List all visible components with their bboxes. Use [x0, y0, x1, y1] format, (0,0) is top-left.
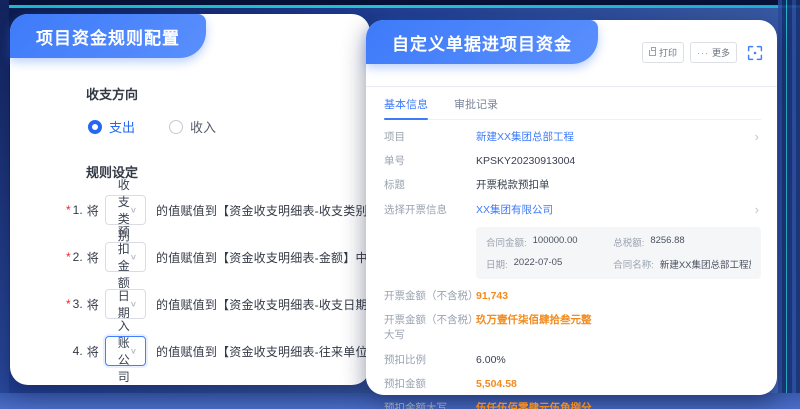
direction-section-label: 收支方向 [86, 84, 352, 103]
invoice-amount-value: 91,743 [476, 289, 508, 304]
direction-radio-group: 支出 收入 [88, 117, 352, 136]
chevron-down-icon: ∨ [130, 253, 137, 262]
rule-4-field-value: 入账公司 [118, 317, 130, 385]
print-button[interactable]: 打印 [642, 42, 684, 63]
withhold-ratio-value: 6.00% [476, 353, 506, 368]
contract-summary-box: 合同金额: 100000.00 总税额: 8256.88 日期: 2022-07… [476, 227, 761, 279]
invoice-amount-label: 开票金额（不含税） [384, 289, 476, 304]
rule-4-field-select[interactable]: 入账公司 ∨ [105, 336, 146, 366]
contract-date-pair: 日期: 2022-07-05 [486, 257, 613, 271]
custom-document-panel: 自定义单据进项目资金 打印 ··· 更多 基本信息 审批记录 项目 新建XX集团… [366, 20, 777, 395]
field-row-invoice-info: 选择开票信息 XX集团有限公司 › [384, 203, 761, 218]
invoice-info-link[interactable]: XX集团有限公司 [476, 203, 553, 218]
rule-4-number: *4. [66, 344, 83, 358]
rule-3-field-select[interactable]: 日期 ∨ [105, 289, 146, 319]
background-right-stripes [778, 0, 800, 409]
radio-income-label: 收入 [190, 117, 216, 136]
rule-2-field-value: 预扣金额 [118, 223, 130, 291]
rule-row-1: *1. 将 收支类别 ∨ 的值赋值到【资金收支明细表-收支类别】中 [66, 195, 352, 225]
invoice-amount-caps-value: 玖万壹仟柒佰肆拾叁元整 [476, 313, 592, 328]
contract-date-label: 日期: [486, 257, 508, 271]
field-row-withhold-ratio: 预扣比例 6.00% [384, 353, 761, 368]
invoice-amount-caps-label: 开票金额（不含税）大写 [384, 313, 476, 343]
rule-config-title: 项目资金规则配置 [10, 14, 206, 58]
rule-row-2: *2. 将 预扣金额 ∨ 的值赋值到【资金收支明细表-金额】中 [66, 242, 352, 272]
rule-3-assign-word: 将 [87, 296, 99, 313]
document-toolbar: 打印 ··· 更多 [642, 42, 763, 63]
custom-document-title: 自定义单据进项目资金 [366, 20, 598, 64]
rule-row-3: *3. 将 日期 ∨ 的值赋值到【资金收支明细表-收支日期】中 [66, 289, 352, 319]
background-left-strip [0, 0, 9, 409]
withhold-amount-value: 5,504.58 [476, 377, 517, 392]
project-link[interactable]: 新建XX集团总部工程 [476, 130, 574, 145]
detail-tabs: 基本信息 审批记录 [384, 96, 761, 120]
rule-2-suffix: 的值赋值到【资金收支明细表-金额】中 [156, 249, 368, 266]
contract-amount-value: 100000.00 [533, 235, 578, 249]
tab-approval-record[interactable]: 审批记录 [454, 96, 498, 119]
background-teal-line [0, 5, 800, 8]
field-row-project: 项目 新建XX集团总部工程 › [384, 130, 761, 145]
chevron-right-icon[interactable]: › [755, 130, 759, 144]
rule-4-assign-word: 将 [87, 343, 99, 360]
chevron-down-icon: ∨ [130, 206, 137, 215]
field-row-withhold-amount: 预扣金额 5,504.58 [384, 377, 761, 392]
rule-config-panel: 项目资金规则配置 收支方向 支出 收入 规则设定 *1. 将 收支类别 ∨ 的值… [10, 14, 370, 385]
field-row-withhold-amount-caps: 预扣金额大写 伍仟伍佰零肆元伍角捌分 [384, 401, 761, 409]
title-label: 标题 [384, 178, 476, 193]
contract-amount-label: 合同金额: [486, 235, 527, 249]
doc-no-value: KPSKY20230913004 [476, 154, 575, 169]
contract-name-pair: 合同名称: 新建XX集团总部工程施工总承包合同 [613, 257, 751, 271]
radio-income[interactable]: 收入 [169, 117, 216, 136]
radio-expense-dot [88, 120, 102, 134]
withhold-ratio-label: 预扣比例 [384, 353, 476, 368]
rule-row-4: *4. 将 入账公司 ∨ 的值赋值到【资金收支明细表-往来单位】中 [66, 336, 352, 366]
total-tax-value: 8256.88 [650, 235, 684, 249]
contract-date-value: 2022-07-05 [514, 257, 563, 271]
required-asterisk: * [66, 297, 71, 311]
rule-1-field-select[interactable]: 收支类别 ∨ [105, 195, 146, 225]
field-row-invoice-amount-caps: 开票金额（不含税）大写 玖万壹仟柒佰肆拾叁元整 [384, 313, 761, 343]
chevron-down-icon: ∨ [130, 300, 137, 309]
radio-income-dot [169, 120, 183, 134]
withhold-amount-label: 预扣金额 [384, 377, 476, 392]
rule-1-assign-word: 将 [87, 202, 99, 219]
rule-2-number: *2. [66, 250, 83, 264]
rule-2-field-select[interactable]: 预扣金额 ∨ [105, 242, 146, 272]
invoice-info-label: 选择开票信息 [384, 203, 476, 218]
rule-3-field-value: 日期 [118, 287, 130, 321]
rule-3-number: *3. [66, 297, 83, 311]
radio-expense[interactable]: 支出 [88, 117, 135, 136]
required-asterisk: * [66, 203, 71, 217]
radio-expense-label: 支出 [109, 117, 135, 136]
tab-basic-info[interactable]: 基本信息 [384, 96, 428, 119]
rule-1-number: *1. [66, 203, 83, 217]
rule-1-suffix: 的值赋值到【资金收支明细表-收支类别】中 [156, 202, 392, 219]
field-row-title: 标题 开票税款预扣单 [384, 178, 761, 193]
chevron-down-icon: ∨ [130, 347, 137, 356]
required-asterisk: * [66, 250, 71, 264]
project-label: 项目 [384, 130, 476, 145]
print-button-label: 打印 [659, 46, 677, 59]
chevron-right-icon[interactable]: › [755, 203, 759, 217]
total-tax-pair: 总税额: 8256.88 [613, 235, 751, 249]
withhold-amount-caps-value: 伍仟伍佰零肆元伍角捌分 [476, 401, 592, 409]
rule-3-suffix: 的值赋值到【资金收支明细表-收支日期】中 [156, 296, 392, 313]
rule-4-suffix: 的值赋值到【资金收支明细表-往来单位】中 [156, 343, 392, 360]
rule-2-assign-word: 将 [87, 249, 99, 266]
fullscreen-expand-icon[interactable] [747, 45, 763, 61]
title-value: 开票税款预扣单 [476, 178, 550, 193]
doc-no-label: 单号 [384, 154, 476, 169]
withhold-amount-caps-label: 预扣金额大写 [384, 401, 476, 409]
more-button[interactable]: ··· 更多 [690, 42, 737, 63]
total-tax-label: 总税额: [613, 235, 644, 249]
field-row-invoice-amount: 开票金额（不含税） 91,743 [384, 289, 761, 304]
contract-amount-pair: 合同金额: 100000.00 [486, 235, 613, 249]
header-divider [366, 86, 777, 87]
more-icon: ··· [697, 51, 709, 55]
contract-name-label: 合同名称: [613, 257, 654, 271]
contract-name-value: 新建XX集团总部工程施工总承包合同 [660, 257, 751, 271]
more-button-label: 更多 [712, 46, 730, 59]
print-icon [649, 50, 656, 56]
field-row-doc-no: 单号 KPSKY20230913004 [384, 154, 761, 169]
